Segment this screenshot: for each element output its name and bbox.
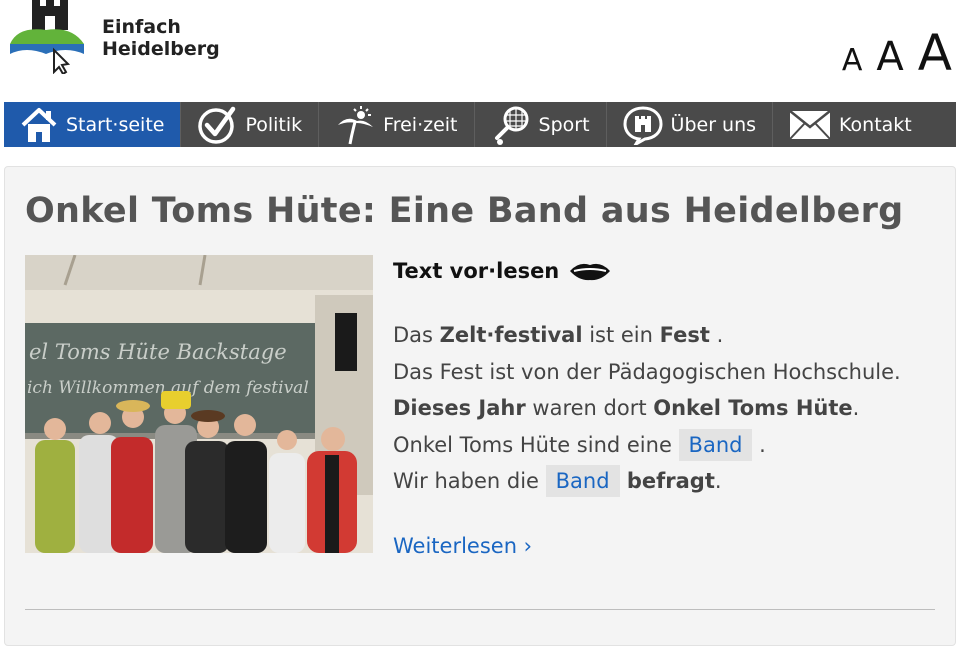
nav-item-kontakt[interactable]: Kontakt [773, 102, 956, 147]
castle-logo-icon [10, 0, 84, 74]
article-text: Das Zelt·festival ist ein Fest . Das Fes… [393, 317, 953, 500]
read-aloud-button[interactable]: Text vor·lesen [393, 259, 953, 283]
nav-label: Frei·zeit [383, 113, 458, 136]
board-text-1: el Toms Hüte Backstage [29, 340, 287, 364]
font-size-switcher: A A A [842, 28, 952, 78]
site-header: Einfach Heidelberg A A A [0, 0, 960, 100]
home-icon [21, 107, 57, 142]
divider [25, 609, 935, 610]
text-line-4: Onkel Toms Hüte sind eine Band . [393, 427, 953, 464]
article-card: Onkel Toms Hüte: Eine Band aus Heidelber… [4, 166, 956, 646]
read-aloud-label: Text vor·lesen [393, 259, 560, 283]
nav-item-startseite[interactable]: Start·seite [4, 102, 182, 147]
nav-item-politik[interactable]: Politik [181, 102, 320, 147]
article-title[interactable]: Onkel Toms Hüte: Eine Band aus Heidelber… [25, 191, 904, 231]
font-size-large-button[interactable]: A [918, 28, 952, 78]
nav-item-ueber-uns[interactable]: Über uns [607, 102, 774, 147]
text-line-1: Das Zelt·festival ist ein Fest . [393, 323, 724, 347]
font-size-small-button[interactable]: A [842, 46, 863, 76]
nav-label: Start·seite [66, 113, 165, 136]
band-photo[interactable]: el Toms Hüte Backstage ich Willkommen au… [25, 255, 373, 553]
racket-icon [494, 106, 529, 145]
nav-label: Über uns [670, 113, 757, 136]
site-logo[interactable]: Einfach Heidelberg [6, 0, 226, 80]
read-more-link[interactable]: Weiterlesen › [393, 534, 532, 558]
nav-label: Sport [538, 113, 590, 136]
lips-icon [570, 263, 611, 281]
envelope-icon [789, 109, 831, 140]
checkmark-icon [198, 106, 236, 144]
nav-label: Politik [245, 113, 303, 136]
text-line-2: Das Fest ist von der Pädagogischen Hochs… [393, 359, 901, 384]
nav-label: Kontakt [839, 113, 912, 136]
nav-item-freizeit[interactable]: Frei·zeit [319, 102, 475, 147]
logo-line-1: Einfach [102, 16, 181, 38]
main-navigation: Start·seite Politik Frei·zeit Sport Über… [4, 102, 956, 147]
palm-sun-icon [338, 105, 374, 144]
font-size-medium-button[interactable]: A [876, 37, 903, 77]
nav-item-sport[interactable]: Sport [475, 102, 607, 147]
text-line-3: Dieses Jahr waren dort Onkel Toms Hüte. [393, 396, 860, 420]
glossary-link-band[interactable]: Band [545, 465, 620, 497]
logo-line-2: Heidelberg [102, 38, 220, 60]
glossary-link-band[interactable]: Band [678, 428, 753, 461]
logo-text: Einfach Heidelberg [102, 16, 220, 60]
text-line-5: Wir haben die Band befragt. [393, 463, 953, 500]
article-content: Text vor·lesen Das Zelt·festival ist ein… [393, 259, 953, 558]
castle-bubble-icon [623, 105, 663, 145]
band-photo-image: el Toms Hüte Backstage ich Willkommen au… [25, 255, 373, 553]
